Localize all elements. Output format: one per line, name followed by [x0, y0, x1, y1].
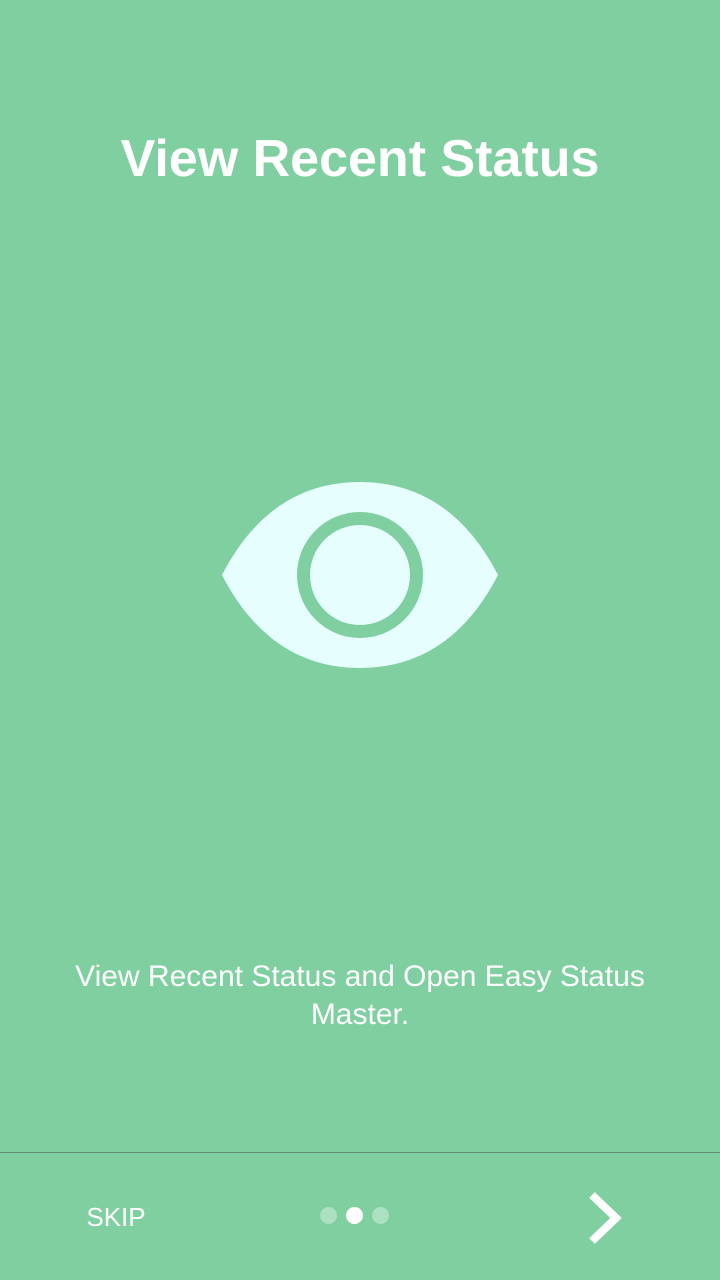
eye-icon — [220, 480, 500, 670]
bottom-navigation-bar: SKIP — [0, 1153, 720, 1280]
page-indicator-dot-1 — [320, 1207, 337, 1224]
page-title: View Recent Status — [120, 130, 600, 188]
onboarding-screen: View Recent Status View Recent Status an… — [0, 0, 720, 1280]
page-indicator-dot-3 — [372, 1207, 389, 1224]
page-indicator — [320, 1207, 389, 1225]
next-button[interactable] — [572, 1183, 636, 1253]
page-indicator-dot-2-active — [346, 1207, 363, 1224]
onboarding-description: View Recent Status and Open Easy Status … — [75, 960, 645, 1031]
skip-button[interactable]: SKIP — [56, 1193, 176, 1241]
chevron-right-icon — [589, 1192, 622, 1244]
